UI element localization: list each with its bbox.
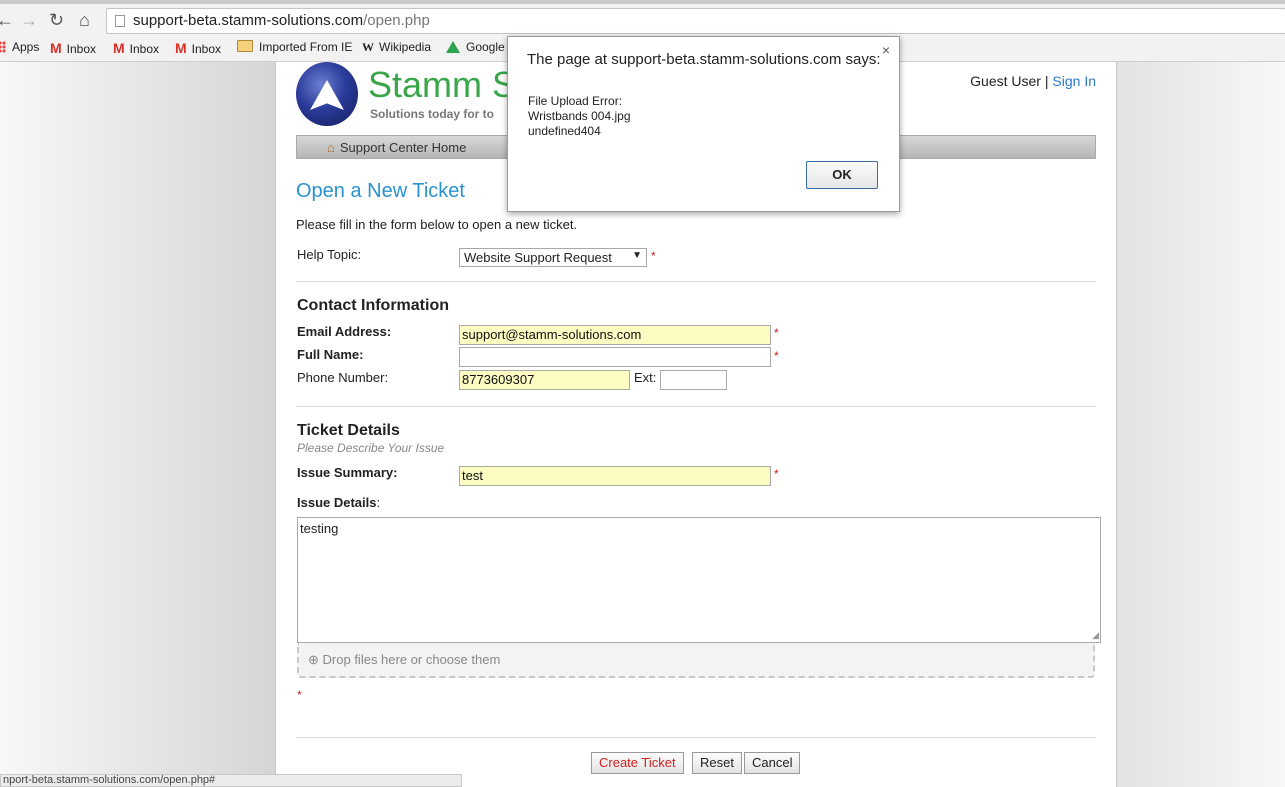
brand-tagline: Solutions today for to xyxy=(370,107,494,121)
file-dropzone[interactable]: ⊕ Drop files here or choose them xyxy=(297,643,1095,678)
bookmark-inbox-2[interactable]: M Inbox xyxy=(113,40,159,56)
divider xyxy=(296,406,1096,407)
dialog-message: File Upload Error: Wristbands 004.jpg un… xyxy=(528,94,631,139)
google-drive-icon xyxy=(446,41,460,53)
create-ticket-button[interactable]: Create Ticket xyxy=(591,752,684,774)
wikipedia-icon: W xyxy=(362,40,374,54)
help-topic-select[interactable]: Website Support Request ▼ xyxy=(459,248,647,267)
folder-icon xyxy=(237,40,253,52)
dropdown-arrow-icon: ▼ xyxy=(632,250,642,261)
ticket-details-subtitle: Please Describe Your Issue xyxy=(297,441,445,455)
ext-field[interactable] xyxy=(660,370,727,390)
gmail-icon: M xyxy=(113,40,125,56)
gmail-icon: M xyxy=(175,40,187,56)
help-topic-label: Help Topic: xyxy=(297,247,362,262)
divider xyxy=(296,281,1096,282)
required-mark: * xyxy=(774,326,779,340)
bookmark-imported-from-ie[interactable]: Imported From IE xyxy=(237,40,352,54)
page-icon xyxy=(115,15,125,27)
required-mark: * xyxy=(774,467,779,481)
dialog-message-line: undefined404 xyxy=(528,124,601,138)
status-bar-url: nport-beta.stamm-solutions.com/open.php# xyxy=(0,774,462,787)
back-icon[interactable]: ← xyxy=(0,10,14,30)
dialog-title: The page at support-beta.stamm-solutions… xyxy=(527,51,881,68)
bookmark-inbox-3[interactable]: M Inbox xyxy=(175,40,221,56)
issue-details-textarea[interactable]: testing ◢ xyxy=(297,517,1101,643)
email-label: Email Address: xyxy=(297,324,392,339)
upload-icon: ⊕ xyxy=(308,652,319,667)
user-bar: Guest User | Sign In xyxy=(970,73,1096,89)
issue-summary-label: Issue Summary: xyxy=(297,465,398,480)
email-field[interactable]: support@stamm-solutions.com xyxy=(459,325,771,345)
divider xyxy=(296,737,1096,738)
dialog-message-line: Wristbands 004.jpg xyxy=(528,109,631,123)
url-text: support-beta.stamm-solutions.com/open.ph… xyxy=(133,12,430,29)
page-title: Open a New Ticket xyxy=(296,180,465,202)
ok-button[interactable]: OK xyxy=(806,161,878,189)
ext-label: Ext: xyxy=(634,370,657,385)
logo-globe-icon xyxy=(296,62,358,126)
house-icon: ⌂ xyxy=(327,140,335,155)
ticket-details-heading: Ticket Details xyxy=(297,422,400,439)
bookmark-apps[interactable]: Apps xyxy=(0,40,39,54)
forward-icon[interactable]: → xyxy=(20,10,38,30)
required-mark: * xyxy=(297,688,302,702)
close-icon[interactable]: × xyxy=(882,42,890,58)
sign-in-link[interactable]: Sign In xyxy=(1052,73,1096,89)
contact-info-heading: Contact Information xyxy=(297,297,449,314)
guest-user-label: Guest User xyxy=(970,73,1041,89)
bookmark-wikipedia[interactable]: W Wikipedia xyxy=(362,40,431,55)
full-name-field[interactable] xyxy=(459,347,771,367)
reload-icon[interactable]: ↻ xyxy=(49,10,64,30)
browser-toolbar: ← → ↻ ⌂ support-beta.stamm-solutions.com… xyxy=(0,0,1285,36)
apps-icon xyxy=(0,41,6,53)
dialog-message-line: File Upload Error: xyxy=(528,94,623,108)
bookmark-google[interactable]: Google xyxy=(446,40,505,54)
home-icon[interactable]: ⌂ xyxy=(79,10,90,30)
user-bar-separator: | xyxy=(1044,73,1049,89)
phone-field[interactable]: 8773609307 xyxy=(459,370,630,390)
full-name-label: Full Name: xyxy=(297,347,364,362)
resize-grip-icon[interactable]: ◢ xyxy=(1092,630,1099,641)
dropzone-label[interactable]: ⊕ Drop files here or choose them xyxy=(308,652,500,668)
required-mark: * xyxy=(651,249,656,263)
address-bar[interactable]: support-beta.stamm-solutions.com/open.ph… xyxy=(106,8,1285,34)
nav-support-center-home[interactable]: ⌂ Support Center Home xyxy=(327,140,466,155)
alert-dialog: The page at support-beta.stamm-solutions… xyxy=(507,36,900,212)
bookmark-inbox-1[interactable]: M Inbox xyxy=(50,40,96,56)
required-mark: * xyxy=(774,349,779,363)
issue-summary-field[interactable]: test xyxy=(459,466,771,486)
cancel-button[interactable]: Cancel xyxy=(744,752,801,774)
reset-button[interactable]: Reset xyxy=(692,752,742,774)
form-intro: Please fill in the form below to open a … xyxy=(296,217,578,232)
issue-details-label: Issue Details: xyxy=(297,495,381,510)
phone-label: Phone Number: xyxy=(297,370,389,385)
gmail-icon: M xyxy=(50,40,62,56)
